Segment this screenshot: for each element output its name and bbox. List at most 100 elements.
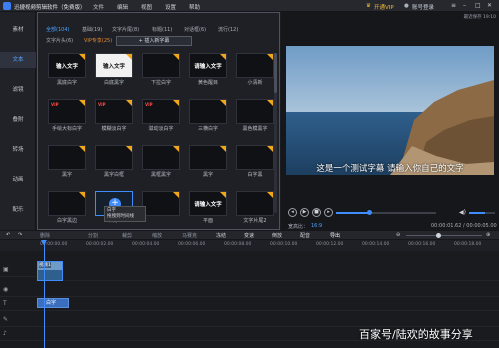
export-button[interactable]: 导出 (330, 232, 340, 239)
library-scrollbar[interactable] (274, 53, 277, 213)
close-icon[interactable]: ✕ (487, 2, 492, 9)
template-item[interactable]: 下拉白字 (142, 53, 180, 87)
template-thumbnail[interactable]: 输入文字 (95, 53, 133, 78)
category-tab-dialog[interactable]: 对话框(6) (184, 26, 206, 33)
category-tab-basic[interactable]: 基础(19) (82, 26, 102, 33)
menu-edit[interactable]: 编辑 (117, 3, 128, 11)
template-item[interactable]: VIP 模糊淡白字 (95, 99, 133, 133)
zoom-out-icon[interactable]: ⊖ (396, 232, 400, 238)
zoom-in-icon[interactable]: ⊕ (486, 232, 490, 238)
subtab-vip[interactable]: VIP专享(25) (84, 37, 112, 44)
template-item[interactable]: 输入文字 黑底白字 (48, 53, 86, 87)
template-item[interactable]: 输入文字 白底黑字 (95, 53, 133, 87)
play-icon[interactable]: ▶ (300, 208, 309, 217)
tool-dub[interactable]: 配音 (300, 232, 310, 239)
nav-overlay[interactable]: 叠附 (0, 112, 36, 128)
nav-music[interactable]: 配乐 (0, 202, 36, 218)
template-thumbnail[interactable] (236, 145, 274, 170)
timeline-zoom-knob[interactable] (436, 233, 441, 238)
template-item[interactable]: 黑框黑字 (142, 145, 180, 179)
nav-media[interactable]: 素材 (0, 22, 36, 38)
template-thumbnail[interactable] (236, 53, 274, 78)
category-tab-all[interactable]: 全部(104) (46, 26, 69, 33)
volume-slider[interactable] (469, 212, 495, 214)
template-item[interactable]: 黑字 (189, 145, 227, 179)
template-item[interactable]: 黑字白框 (95, 145, 133, 179)
menu-help[interactable]: 帮助 (189, 3, 200, 11)
insert-subtitle-button[interactable]: + 插入新字幕 (116, 36, 192, 46)
template-item[interactable]: 小清新 (236, 53, 274, 87)
stop-icon[interactable]: ■ (312, 208, 321, 217)
playback-progress[interactable] (336, 210, 436, 215)
timeline-ruler[interactable]: 00:00:00.00 00:00:02.00 00:00:04.00 00:00:0… (0, 240, 499, 251)
nav-text[interactable]: 文本 (0, 52, 36, 68)
tool-delete[interactable]: 删除 (40, 232, 50, 239)
tool-crop[interactable]: 裁剪 (122, 232, 132, 239)
menu-icon[interactable]: ≡ (451, 2, 456, 9)
template-item[interactable] (142, 191, 180, 225)
template-thumbnail[interactable] (236, 99, 274, 124)
playhead-handle[interactable] (41, 240, 47, 245)
text-clip[interactable]: 白字 (37, 298, 69, 308)
template-item[interactable]: 请输入文字 黄色醒目 (189, 53, 227, 87)
playback-knob[interactable] (367, 210, 372, 215)
text-lane[interactable] (36, 297, 499, 311)
video-lane[interactable] (36, 267, 499, 281)
template-thumbnail[interactable]: VIP (142, 99, 180, 124)
overlay-lane[interactable] (36, 313, 499, 327)
category-tab-ending[interactable]: 文字片尾(8) (112, 26, 139, 33)
template-thumbnail[interactable] (95, 145, 133, 170)
login-button[interactable]: 账号登录 (412, 3, 434, 11)
tool-zoom[interactable]: 缩放 (152, 232, 162, 239)
category-tab-title[interactable]: 标题(11) (152, 26, 172, 33)
playhead-line[interactable] (44, 240, 45, 348)
template-item[interactable]: 三横白字 (189, 99, 227, 133)
template-thumbnail[interactable] (142, 53, 180, 78)
undo-icon[interactable]: ↶ (6, 232, 10, 238)
template-item[interactable]: 黑色模黑字 (236, 99, 274, 133)
template-thumbnail[interactable]: 请输入文字 (189, 191, 227, 216)
template-item[interactable]: 黑字 (48, 145, 86, 179)
template-item[interactable]: VIP 手绘大标白字 (48, 99, 86, 133)
volume-icon[interactable]: ◀) (459, 209, 466, 216)
subtab-opening[interactable]: 文字片头(6) (46, 37, 73, 44)
template-thumbnail[interactable]: VIP (95, 99, 133, 124)
nav-filter[interactable]: 滤镜 (0, 82, 36, 98)
template-thumbnail[interactable]: 请输入文字 (189, 53, 227, 78)
template-item[interactable]: 白字黑边 (48, 191, 86, 225)
tool-speed[interactable]: 变速 (244, 232, 254, 239)
tool-freeze[interactable]: 冻结 (216, 232, 226, 239)
maximize-icon[interactable]: □ (475, 2, 481, 9)
template-thumbnail[interactable] (142, 191, 180, 216)
next-frame-icon[interactable]: ▸ (324, 208, 333, 217)
template-thumbnail[interactable] (189, 99, 227, 124)
redo-icon[interactable]: ↷ (18, 232, 22, 238)
template-thumbnail[interactable] (236, 191, 274, 216)
audio-lane[interactable] (36, 283, 499, 297)
tool-split[interactable]: 分割 (88, 232, 98, 239)
open-vip-button[interactable]: 开通VIP (374, 3, 394, 11)
template-item[interactable]: 文字片尾2 (236, 191, 274, 225)
menu-file[interactable]: 文件 (93, 3, 104, 11)
prev-frame-icon[interactable]: ◂ (288, 208, 297, 217)
template-item[interactable]: 白字黑 (236, 145, 274, 179)
tool-mosaic[interactable]: 马赛克 (182, 232, 197, 239)
template-thumbnail[interactable] (142, 145, 180, 170)
template-thumbnail[interactable] (48, 145, 86, 170)
template-thumbnail[interactable]: VIP (48, 99, 86, 124)
category-tab-popular[interactable]: 流行(12) (218, 26, 238, 33)
video-clip[interactable]: 视频1 (37, 261, 63, 281)
tool-reverse[interactable]: 倒放 (272, 232, 282, 239)
timeline-zoom-slider[interactable] (406, 233, 482, 238)
template-thumbnail[interactable]: 输入文字 (48, 53, 86, 78)
nav-animation[interactable]: 动画 (0, 172, 36, 188)
nav-transition[interactable]: 转场 (0, 142, 36, 158)
template-item[interactable]: VIP 滋动淡白字 (142, 99, 180, 133)
library-scroll-thumb[interactable] (274, 53, 277, 93)
menu-settings[interactable]: 设置 (165, 3, 176, 11)
menu-view[interactable]: 视图 (141, 3, 152, 11)
template-thumbnail[interactable] (189, 145, 227, 170)
template-thumbnail[interactable] (48, 191, 86, 216)
aspect-ratio-value[interactable]: 16:9 (311, 223, 322, 229)
template-item[interactable]: 请输入文字 平面 (189, 191, 227, 225)
